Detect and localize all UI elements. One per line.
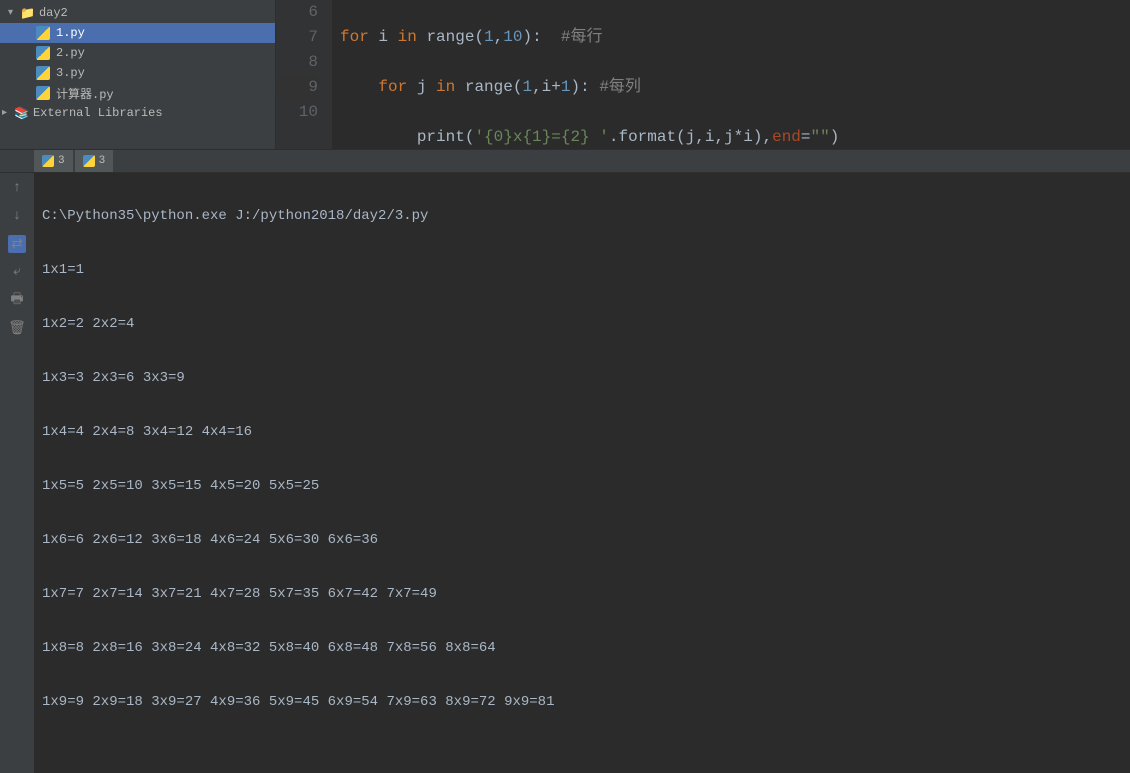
soft-wrap-button[interactable]: ⇄ xyxy=(8,235,26,253)
line-number: 10 xyxy=(276,100,318,125)
line-number: 9 xyxy=(276,75,318,100)
python-icon xyxy=(83,155,95,167)
folder-day2[interactable]: ▾ 📁 day2 xyxy=(0,3,275,23)
console-toolbar: ↑ ↓ ⇄ ⤶ 🖶 🗑 xyxy=(0,173,34,773)
file-3-py[interactable]: 3.py xyxy=(0,63,275,83)
console-line: 1x1=1 xyxy=(42,257,1122,284)
python-icon xyxy=(36,46,50,60)
console-output[interactable]: C:\Python35\python.exe J:/python2018/day… xyxy=(34,173,1130,773)
console-area: ↑ ↓ ⇄ ⤶ 🖶 🗑 C:\Python35\python.exe J:/py… xyxy=(0,173,1130,773)
code-editor[interactable]: 6 7 8 9 10 for i in range(1,10): #每行 for… xyxy=(276,0,1130,149)
line-number: 8 xyxy=(276,50,318,75)
line-gutter: 6 7 8 9 10 xyxy=(276,0,332,149)
python-icon xyxy=(42,155,54,167)
run-tab-1[interactable]: 3 xyxy=(34,150,73,172)
run-tab-2[interactable]: 3 xyxy=(75,150,114,172)
folder-icon: 📁 xyxy=(20,6,35,21)
libraries-label: External Libraries xyxy=(33,106,163,120)
python-icon xyxy=(36,26,50,40)
console-header: C:\Python35\python.exe J:/python2018/day… xyxy=(42,203,1122,230)
code-line-8: print('{0}x{1}={2} '.format(j,i,j*i),end… xyxy=(340,125,1130,150)
console-line: 1x9=9 2x9=18 3x9=27 4x9=36 5x9=45 6x9=54… xyxy=(42,689,1122,716)
line-number: 7 xyxy=(276,25,318,50)
python-icon xyxy=(36,66,50,80)
line-number: 6 xyxy=(276,0,318,25)
code-area[interactable]: for i in range(1,10): #每行 for j in range… xyxy=(332,0,1130,149)
chevron-down-icon: ▾ xyxy=(8,7,20,19)
external-libraries[interactable]: ▸ 📚 External Libraries xyxy=(0,103,275,123)
console-line: 1x4=4 2x4=8 3x4=12 4x4=16 xyxy=(42,419,1122,446)
folder-label: day2 xyxy=(39,6,68,20)
file-2-py[interactable]: 2.py xyxy=(0,43,275,63)
python-icon xyxy=(36,86,50,100)
file-label: 1.py xyxy=(56,26,85,40)
console-line: 1x8=8 2x8=16 3x8=24 4x8=32 5x8=40 6x8=48… xyxy=(42,635,1122,662)
wrap-button[interactable]: ⤶ xyxy=(8,263,26,281)
console-line: 1x7=7 2x7=14 3x7=21 4x7=28 5x7=35 6x7=42… xyxy=(42,581,1122,608)
library-icon: 📚 xyxy=(14,106,29,121)
file-calculator-py[interactable]: 计算器.py xyxy=(0,83,275,103)
file-label: 2.py xyxy=(56,46,85,60)
console-line: 1x6=6 2x6=12 3x6=18 4x6=24 5x6=30 6x6=36 xyxy=(42,527,1122,554)
scroll-up-button[interactable]: ↑ xyxy=(8,179,26,197)
code-line-7: for j in range(1,i+1): #每列 xyxy=(340,75,1130,100)
chevron-right-icon: ▸ xyxy=(2,107,14,119)
file-label: 计算器.py xyxy=(56,85,114,102)
project-tree: ▾ 📁 day2 1.py 2.py 3.py 计算器.py ▸ 📚 Exter… xyxy=(0,0,276,149)
run-tabs-bar: 3 3 xyxy=(0,150,1130,173)
file-label: 3.py xyxy=(56,66,85,80)
console-line: 1x3=3 2x3=6 3x3=9 xyxy=(42,365,1122,392)
scroll-down-button[interactable]: ↓ xyxy=(8,207,26,225)
clear-button[interactable]: 🗑 xyxy=(8,319,26,337)
print-button[interactable]: 🖶 xyxy=(8,291,26,309)
file-1-py[interactable]: 1.py xyxy=(0,23,275,43)
code-line-6: for i in range(1,10): #每行 xyxy=(340,25,1130,50)
console-line: 1x5=5 2x5=10 3x5=15 4x5=20 5x5=25 xyxy=(42,473,1122,500)
top-area: ▾ 📁 day2 1.py 2.py 3.py 计算器.py ▸ 📚 Exter… xyxy=(0,0,1130,150)
console-line: 1x2=2 2x2=4 xyxy=(42,311,1122,338)
